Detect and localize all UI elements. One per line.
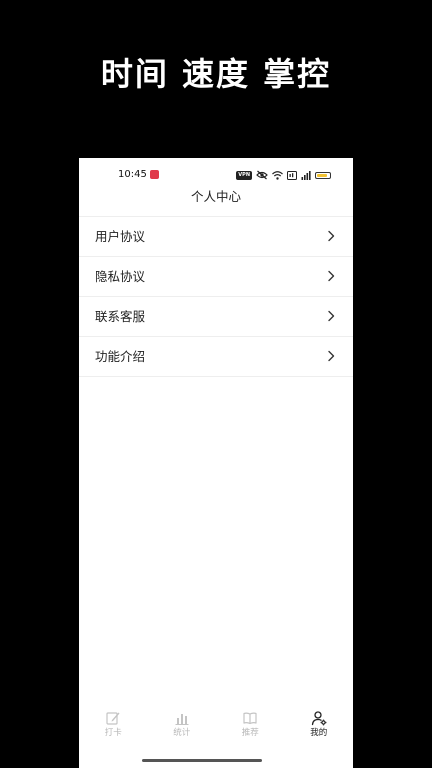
app-notification-icon — [150, 170, 159, 179]
checkin-edit-icon — [105, 710, 121, 726]
tab-label: 我的 — [310, 728, 328, 738]
tab-label: 打卡 — [104, 728, 122, 738]
tab-mine[interactable]: 我的 — [285, 710, 354, 746]
signal-bars-icon — [301, 170, 311, 180]
vpn-icon: VPN — [236, 170, 252, 180]
eye-off-icon — [256, 170, 268, 180]
battery-icon — [315, 171, 331, 179]
menu-item-label: 用户协议 — [95, 229, 146, 244]
tab-statistics[interactable]: 统计 — [148, 710, 217, 746]
tab-label: 统计 — [173, 728, 191, 738]
signal-hd-icon — [287, 170, 297, 180]
menu-item-privacy-agreement[interactable]: 隐私协议 — [79, 257, 353, 297]
menu-item-label: 联系客服 — [95, 309, 146, 324]
bar-chart-icon — [174, 710, 190, 726]
tab-label: 推荐 — [241, 728, 259, 738]
status-bar: 10:45 VPN — [79, 158, 353, 192]
app-screenshot: 时间 速度 掌控 10:45 VPN 个人中心 用户协议 隐私协议 联系客服 功… — [0, 0, 432, 768]
status-icons: VPN — [236, 169, 331, 181]
page-title: 个人中心 — [190, 189, 241, 204]
menu-item-label: 功能介绍 — [95, 349, 146, 364]
home-indicator[interactable] — [142, 759, 262, 762]
menu-item-contact-support[interactable]: 联系客服 — [79, 297, 353, 337]
menu-item-user-agreement[interactable]: 用户协议 — [79, 217, 353, 257]
book-icon — [242, 710, 258, 726]
menu-list: 用户协议 隐私协议 联系客服 功能介绍 — [79, 216, 353, 377]
phone-screen: 10:45 VPN 个人中心 用户协议 隐私协议 联系客服 功能介绍 打卡 统计… — [79, 158, 353, 768]
battery-level — [317, 173, 327, 177]
tab-checkin[interactable]: 打卡 — [79, 710, 148, 746]
menu-item-feature-intro[interactable]: 功能介绍 — [79, 337, 353, 377]
status-time: 10:45 — [118, 169, 147, 180]
chevron-right-icon — [325, 270, 337, 282]
menu-item-label: 隐私协议 — [95, 269, 146, 284]
chevron-right-icon — [325, 310, 337, 322]
chevron-right-icon — [325, 350, 337, 362]
chevron-right-icon — [325, 230, 337, 242]
tab-recommend[interactable]: 推荐 — [216, 710, 285, 746]
promo-title: 时间 速度 掌控 — [100, 55, 332, 93]
wifi-icon — [272, 170, 283, 180]
bottom-tab-bar: 打卡 统计 推荐 我的 — [79, 710, 353, 746]
user-gear-icon — [311, 710, 327, 726]
